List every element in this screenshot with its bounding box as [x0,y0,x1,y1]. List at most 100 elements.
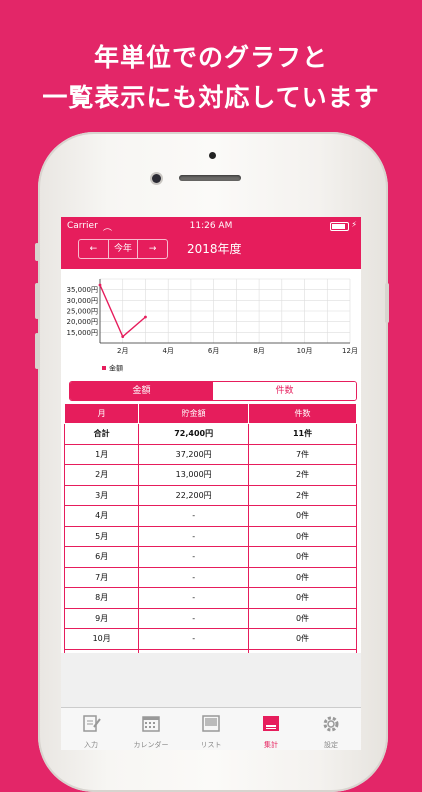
count-cell: 0件 [248,505,357,527]
calendar-icon [142,716,160,732]
amount-cell: - [138,628,250,650]
summary-icon [263,716,279,731]
table-row: 10月 -0件 [63,628,357,650]
tab-bar: 入力 カレンダー リスト 集計 設定 [61,707,361,750]
count-cell: 0件 [248,607,357,629]
data-point [121,335,125,338]
month-cell: 4月 [63,505,140,527]
column-header-count: 件数 [248,403,357,424]
count-cell: 0件 [248,525,357,547]
table-row: 1月 37,200円 7件 [63,443,357,465]
total-count: 11件 [248,423,357,445]
tab-calendar[interactable]: カレンダー [121,708,181,750]
volume-down-button [35,333,39,369]
tab-count[interactable]: 件数 [213,382,356,400]
total-label: 合計 [63,423,140,445]
amount-cell: - [138,525,250,547]
tab-label: カレンダー [133,741,169,749]
count-cell: 0件 [248,546,357,568]
amount-cell: - [138,566,250,588]
tab-edit[interactable]: 入力 [61,708,121,750]
data-point [98,283,102,287]
table-row: 6月 -0件 [63,546,357,568]
y-tick-label: 30,000円 [67,297,99,305]
month-cell: 9月 [63,607,140,629]
tab-gear[interactable]: 設定 [301,708,361,750]
count-cell: 7件 [248,443,357,465]
empty-area [61,653,361,707]
x-tick-label: 10月 [297,347,313,355]
app-screen: Carrier ︵ 11:26 AM ⚡ ← 今年 → 2018年度 35,00… [61,217,361,750]
amount-cell: - [138,505,250,527]
next-year-button[interactable]: → [138,240,167,258]
month-cell: 5月 [63,525,140,547]
amount-cell: - [138,607,250,629]
amount-cell: 22,200円 [138,484,250,506]
table-row: 3月 22,200円 2件 [63,484,357,506]
power-button [385,283,389,323]
status-bar: Carrier ︵ 11:26 AM ⚡ [65,220,357,233]
x-tick-label: 4月 [162,347,173,355]
x-tick-label: 12月 [342,347,358,355]
column-header-savings: 貯金額 [138,403,250,424]
list-icon [202,715,220,732]
legend-label: 金額 [109,364,123,373]
y-tick-label: 25,000円 [67,308,99,316]
tab-amount[interactable]: 金額 [70,382,213,400]
table-row: 8月 -0件 [63,587,357,609]
tab-label: 集計 [264,741,278,749]
x-tick-label: 6月 [208,347,219,355]
prev-year-button[interactable]: ← [79,240,109,258]
volume-up-button [35,283,39,319]
tab-list[interactable]: リスト [181,708,241,750]
line-chart: 35,000円 30,000円 25,000円 20,000円 15,000円 2月 4月 6… [67,278,358,373]
battery-icon [330,222,349,231]
x-tick-label: 2月 [117,347,128,355]
table-row: 4月 -0件 [63,505,357,527]
count-cell: 0件 [248,628,357,650]
column-header-month: 月 [63,403,140,424]
x-tick-label: 8月 [253,347,264,355]
month-cell: 1月 [63,443,140,465]
earpiece-speaker [179,175,241,181]
headline-line1: 年単位でのグラフと [93,43,328,72]
y-tick-label: 35,000円 [67,286,99,294]
table-row: 9月 -0件 [63,607,357,629]
navigation-bar: Carrier ︵ 11:26 AM ⚡ ← 今年 → 2018年度 [61,217,361,269]
y-tick-label: 20,000円 [67,318,99,326]
count-cell: 2件 [248,484,357,506]
total-amount: 72,400円 [138,423,250,445]
month-cell: 8月 [63,587,140,609]
headline-line2: 一覧表示にも対応しています [42,83,380,112]
edit-icon [83,715,101,732]
data-point [144,315,147,319]
table-row: 7月 -0件 [63,566,357,588]
legend-swatch [102,366,106,370]
proximity-sensor [209,152,216,159]
month-cell: 2月 [63,464,140,486]
y-tick-label: 15,000円 [67,329,99,337]
mute-switch [35,243,39,261]
count-cell: 2件 [248,464,357,486]
amount-cell: - [138,587,250,609]
table-row: 5月 -0件 [63,525,357,547]
charging-icon: ⚡ [351,220,357,229]
count-cell: 0件 [248,587,357,609]
status-time: 11:26 AM [189,221,233,231]
amount-cell: 37,200円 [138,443,250,465]
table-row: 2月 13,000円 2件 [63,464,357,486]
month-cell: 7月 [63,566,140,588]
front-camera [152,174,161,183]
this-year-button[interactable]: 今年 [109,240,139,258]
tab-label: 入力 [84,741,98,749]
tab-label: 設定 [324,741,338,749]
period-navigator: ← 今年 → [78,239,168,259]
month-cell: 3月 [63,484,140,506]
tab-label: リスト [200,741,222,749]
tab-summary[interactable]: 集計 [241,708,301,750]
total-row: 合計 72,400円 11件 [63,423,357,445]
amount-cell: 13,000円 [138,464,250,486]
amount-cell: - [138,546,250,568]
gear-icon [323,716,339,732]
summary-table: 月 貯金額 件数 合計 72,400円 11件 1月 37,200円 7件 2月 13,… [63,403,357,691]
